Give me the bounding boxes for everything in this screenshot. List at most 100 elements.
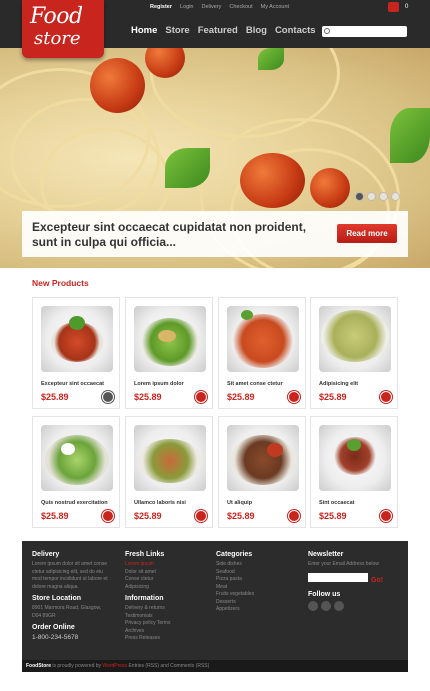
- product-name[interactable]: Lorem ipsum dolor: [134, 381, 184, 387]
- wordpress-link[interactable]: WordPress: [102, 663, 127, 669]
- category-link[interactable]: Meat: [216, 584, 300, 592]
- logo[interactable]: Food store: [22, 0, 104, 58]
- newsletter-go-button[interactable]: Go!: [371, 577, 383, 584]
- address-line: 8901 Marmora Road, Glasgow,: [32, 605, 102, 611]
- product-card[interactable]: Sit amet conse ctetur $25.89: [218, 297, 306, 409]
- product-card[interactable]: Excepteur sint occaecat $25.89: [32, 297, 120, 409]
- footer-link[interactable]: Archives: [125, 628, 209, 636]
- slider-dot[interactable]: [391, 192, 400, 201]
- category-link[interactable]: Desserts: [216, 599, 300, 607]
- search-icon[interactable]: [324, 28, 330, 34]
- footer-link[interactable]: Dolor sit amet: [125, 569, 209, 577]
- twitter-icon[interactable]: [308, 600, 318, 611]
- basil-leaf: [390, 108, 430, 163]
- footer-link[interactable]: Lorem ipsum: [125, 561, 209, 569]
- product-name[interactable]: Adipisicing elit: [319, 381, 358, 387]
- rss-links[interactable]: Entries (RSS) and Comments (RSS): [128, 663, 209, 669]
- main-nav: Home Store Featured Blog Contacts: [131, 25, 316, 36]
- brand-name: FoodStore: [26, 663, 51, 669]
- nav-featured[interactable]: Featured: [198, 25, 238, 36]
- nav-store[interactable]: Store: [165, 25, 189, 36]
- nav-contacts[interactable]: Contacts: [275, 25, 316, 36]
- category-link[interactable]: Seafood: [216, 569, 300, 577]
- product-name[interactable]: Excepteur sint occaecat: [41, 381, 104, 387]
- footer-link[interactable]: Privacy policy Terms: [125, 620, 209, 628]
- footer-col-categories: Categories Side dishes Seafood Pizza pas…: [216, 551, 300, 614]
- logo-line1: Food: [30, 4, 83, 29]
- product-image[interactable]: [319, 306, 391, 372]
- tomato-shape: [310, 168, 350, 208]
- category-link[interactable]: Appetizers: [216, 606, 300, 614]
- newsletter-email-input[interactable]: [308, 572, 368, 582]
- product-price: $25.89: [41, 511, 69, 521]
- footer-link[interactable]: Conse ctetur: [125, 576, 209, 584]
- product-image[interactable]: [134, 306, 206, 372]
- product-image[interactable]: [319, 425, 391, 491]
- product-card[interactable]: Sint occaecat $25.89: [310, 416, 398, 528]
- checkout-link[interactable]: Checkout: [229, 4, 252, 10]
- category-link[interactable]: Fruits vegetables: [216, 591, 300, 599]
- product-image[interactable]: [134, 425, 206, 491]
- product-card[interactable]: Adipisicing elit $25.89: [310, 297, 398, 409]
- product-name[interactable]: Sit amet conse ctetur: [227, 381, 283, 387]
- add-to-cart-icon[interactable]: [288, 510, 300, 522]
- follow-us-heading: Follow us: [308, 590, 341, 598]
- nav-blog[interactable]: Blog: [246, 25, 267, 36]
- footer-link[interactable]: Testimonials: [125, 613, 209, 621]
- product-card[interactable]: Lorem ipsum dolor $25.89: [125, 297, 213, 409]
- cart-count: 0: [405, 4, 409, 10]
- slider-dots: [355, 192, 400, 201]
- login-link[interactable]: Login: [180, 4, 193, 10]
- product-card[interactable]: Quis nostrud exercitation $25.89: [32, 416, 120, 528]
- facebook-icon[interactable]: [321, 600, 331, 611]
- delivery-heading: Delivery: [32, 551, 60, 558]
- delivery-text: Lorem ipsum dolor sit amet conse: [32, 561, 108, 567]
- section-title: New Products: [32, 278, 89, 288]
- category-link[interactable]: Pizza pasta: [216, 576, 300, 584]
- product-image[interactable]: [227, 425, 299, 491]
- rss-icon[interactable]: [334, 600, 344, 611]
- search-input[interactable]: [322, 26, 407, 37]
- delivery-text: ctetur adipisicing elit, sed do eiu: [32, 568, 103, 575]
- footer-col-delivery: Delivery Lorem ipsum dolor sit amet cons…: [32, 551, 116, 642]
- categories-heading: Categories: [216, 551, 253, 558]
- product-name[interactable]: Ullamco laboris nisi: [134, 500, 186, 506]
- footer-link[interactable]: Press Releases: [125, 635, 209, 643]
- product-card[interactable]: Ut aliquip $25.89: [218, 416, 306, 528]
- nav-home[interactable]: Home: [131, 25, 157, 36]
- my-account-link[interactable]: My Account: [261, 4, 289, 10]
- add-to-cart-icon[interactable]: [102, 391, 114, 403]
- address-line: D04 89GR: [32, 612, 56, 619]
- add-to-cart-icon[interactable]: [288, 391, 300, 403]
- add-to-cart-icon[interactable]: [195, 510, 207, 522]
- slider-dot[interactable]: [367, 192, 376, 201]
- newsletter-prompt: Enter your Email Address below: [308, 561, 379, 567]
- product-price: $25.89: [134, 511, 162, 521]
- footer: Delivery Lorem ipsum dolor sit amet cons…: [22, 541, 408, 660]
- add-to-cart-icon[interactable]: [102, 510, 114, 522]
- add-to-cart-icon[interactable]: [380, 391, 392, 403]
- product-name[interactable]: Ut aliquip: [227, 500, 252, 506]
- category-link[interactable]: Side dishes: [216, 561, 300, 569]
- slider-dot[interactable]: [355, 192, 364, 201]
- hero-banner: Excepteur sint occaecat cupidatat non pr…: [22, 211, 408, 257]
- read-more-button[interactable]: Read more: [337, 224, 397, 243]
- add-to-cart-icon[interactable]: [195, 391, 207, 403]
- delivery-link[interactable]: Delivery: [201, 4, 221, 10]
- product-price: $25.89: [319, 392, 347, 402]
- cart-icon[interactable]: [388, 2, 399, 12]
- footer-link[interactable]: Adipisicing: [125, 584, 209, 592]
- top-links: Register Login Delivery Checkout My Acco…: [150, 4, 289, 10]
- slider-dot[interactable]: [379, 192, 388, 201]
- product-card[interactable]: Ullamco laboris nisi $25.89: [125, 416, 213, 528]
- footer-link[interactable]: Delivery & returns: [125, 605, 209, 613]
- product-image[interactable]: [227, 306, 299, 372]
- add-to-cart-icon[interactable]: [380, 510, 392, 522]
- register-link[interactable]: Register: [150, 4, 172, 10]
- product-name[interactable]: Sint occaecat: [319, 500, 354, 506]
- information-heading: Information: [125, 595, 164, 602]
- product-image[interactable]: [41, 425, 113, 491]
- product-name[interactable]: Quis nostrud exercitation: [41, 500, 108, 506]
- product-image[interactable]: [41, 306, 113, 372]
- phone-number: 1-800-234-5678: [32, 634, 79, 641]
